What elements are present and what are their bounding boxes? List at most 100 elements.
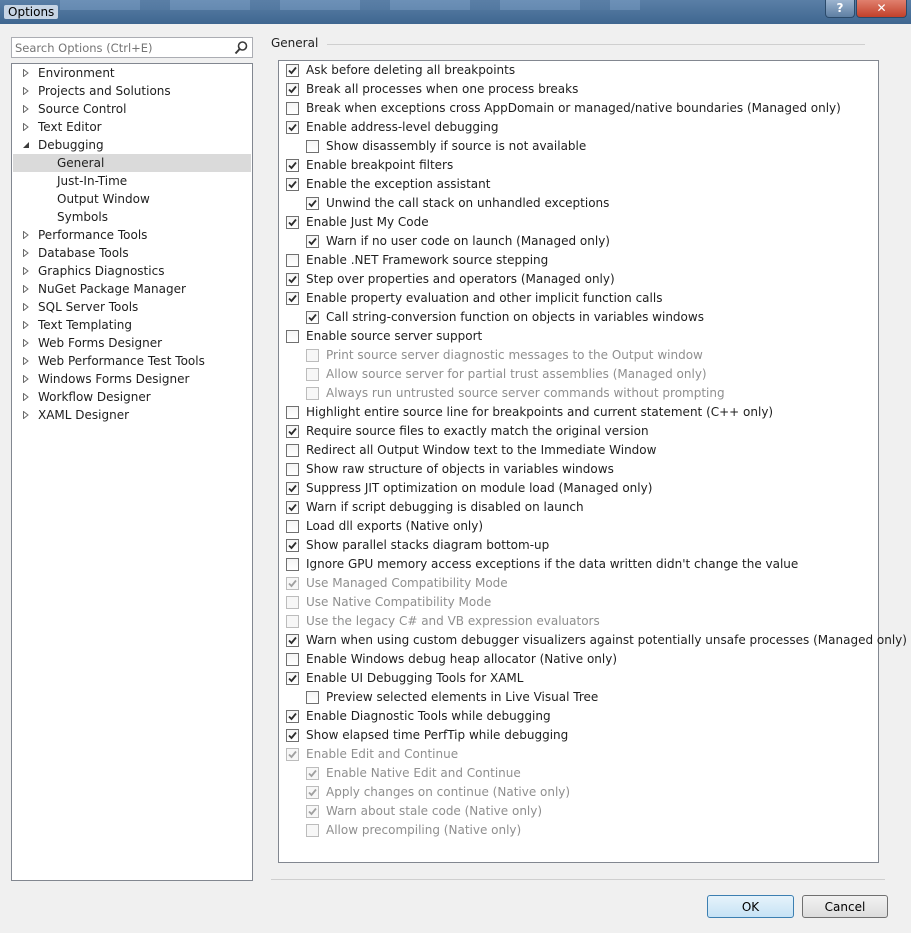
general-options-list[interactable]: Ask before deleting all breakpoints Break… — [278, 60, 907, 863]
search-icon[interactable] — [234, 40, 249, 55]
collapsed-arrow-icon[interactable] — [22, 87, 30, 95]
checkbox-unchecked[interactable] — [306, 140, 319, 153]
checkmark-icon — [288, 85, 297, 94]
collapsed-arrow-icon[interactable] — [22, 231, 30, 239]
checkbox-checked[interactable] — [286, 482, 299, 495]
collapsed-arrow-icon[interactable] — [22, 123, 30, 131]
option-label: Load dll exports (Native only) — [306, 519, 484, 533]
footer-divider — [271, 879, 885, 880]
tree-item-label: Workflow Designer — [38, 390, 151, 404]
checkbox-unchecked[interactable] — [286, 444, 299, 457]
checkbox-unchecked[interactable] — [286, 102, 299, 115]
tree-item-nuget-package-manager[interactable]: NuGet Package Manager — [13, 280, 251, 298]
checkmark-icon — [288, 636, 297, 645]
option-label: Allow precompiling (Native only) — [326, 823, 522, 837]
checkbox-checked[interactable] — [306, 235, 319, 248]
close-button[interactable]: ✕ — [856, 0, 907, 18]
tree-item-output-window[interactable]: Output Window — [13, 190, 251, 208]
option-label: Preview selected elements in Live Visual… — [326, 690, 599, 704]
ok-button[interactable]: OK — [707, 895, 794, 918]
collapsed-arrow-icon[interactable] — [22, 339, 30, 347]
checkmark-icon — [308, 237, 317, 246]
collapsed-arrow-icon[interactable] — [22, 105, 30, 113]
tree-item-text-editor[interactable]: Text Editor — [13, 118, 251, 136]
checkmark-icon — [288, 674, 297, 683]
tree-item-general[interactable]: General — [13, 154, 251, 172]
collapsed-arrow-icon[interactable] — [22, 357, 30, 365]
tree-item-xaml-designer[interactable]: XAML Designer — [13, 406, 251, 424]
tree-item-web-forms-designer[interactable]: Web Forms Designer — [13, 334, 251, 352]
collapsed-arrow-icon[interactable] — [22, 321, 30, 329]
checkbox-checked[interactable] — [286, 729, 299, 742]
checkbox-checked[interactable] — [286, 273, 299, 286]
checkbox-unchecked[interactable] — [306, 691, 319, 704]
checkmark-icon — [288, 218, 297, 227]
checkbox-unchecked[interactable] — [286, 520, 299, 533]
collapsed-arrow-icon[interactable] — [22, 375, 30, 383]
checkbox-checked[interactable] — [286, 539, 299, 552]
tree-item-source-control[interactable]: Source Control — [13, 100, 251, 118]
tree-item-just-in-time[interactable]: Just-In-Time — [13, 172, 251, 190]
checkbox-checked[interactable] — [286, 121, 299, 134]
option-label: Show elapsed time PerfTip while debuggin… — [306, 728, 569, 742]
tree-item-label: Text Templating — [38, 318, 133, 332]
search-box[interactable] — [11, 37, 253, 58]
tree-item-symbols[interactable]: Symbols — [13, 208, 251, 226]
checkbox-checked[interactable] — [286, 634, 299, 647]
checkbox-checked[interactable] — [286, 425, 299, 438]
checkbox-checked[interactable] — [286, 501, 299, 514]
checkmark-icon — [288, 66, 297, 75]
tree-item-sql-server-tools[interactable]: SQL Server Tools — [13, 298, 251, 316]
checkbox-checked[interactable] — [286, 672, 299, 685]
checkbox-checked[interactable] — [286, 178, 299, 191]
checkmark-icon — [288, 123, 297, 132]
option-label: Ask before deleting all breakpoints — [306, 63, 516, 77]
search-input[interactable] — [15, 40, 230, 55]
option-label: Use Managed Compatibility Mode — [306, 576, 508, 590]
cancel-button[interactable]: Cancel — [802, 895, 888, 918]
checkbox-checked[interactable] — [286, 64, 299, 77]
tree-item-label: XAML Designer — [38, 408, 130, 422]
collapsed-arrow-icon[interactable] — [22, 303, 30, 311]
checkmark-icon — [288, 180, 297, 189]
option-label: Enable breakpoint filters — [306, 158, 454, 172]
tree-item-text-templating[interactable]: Text Templating — [13, 316, 251, 334]
checkbox-unchecked[interactable] — [286, 254, 299, 267]
tree-item-label: Web Performance Test Tools — [38, 354, 205, 368]
collapsed-arrow-icon[interactable] — [22, 411, 30, 419]
group-divider — [327, 44, 865, 45]
checkbox-checked[interactable] — [286, 216, 299, 229]
collapsed-arrow-icon[interactable] — [22, 267, 30, 275]
options-tree[interactable]: Environment Projects and Solutions Source … — [11, 63, 253, 881]
collapsed-arrow-icon[interactable] — [22, 249, 30, 257]
checkbox-checked[interactable] — [306, 197, 319, 210]
tree-item-projects-and-solutions[interactable]: Projects and Solutions — [13, 82, 251, 100]
help-button[interactable]: ? — [825, 0, 855, 18]
option-label: Warn when using custom debugger visualiz… — [306, 633, 907, 647]
tree-item-windows-forms-designer[interactable]: Windows Forms Designer — [13, 370, 251, 388]
checkbox-unchecked[interactable] — [286, 406, 299, 419]
checkbox-unchecked[interactable] — [286, 558, 299, 571]
tree-item-environment[interactable]: Environment — [13, 64, 251, 82]
expanded-arrow-icon[interactable] — [22, 141, 30, 149]
tree-item-debugging[interactable]: Debugging — [13, 136, 251, 154]
checkbox-checked[interactable] — [306, 311, 319, 324]
tree-item-label: Web Forms Designer — [38, 336, 163, 350]
collapsed-arrow-icon[interactable] — [22, 393, 30, 401]
tree-item-label: Symbols — [57, 210, 108, 224]
tree-item-web-performance-test-tools[interactable]: Web Performance Test Tools — [13, 352, 251, 370]
title-bar[interactable]: Options ? ✕ — [0, 0, 911, 24]
tree-item-performance-tools[interactable]: Performance Tools — [13, 226, 251, 244]
collapsed-arrow-icon[interactable] — [22, 69, 30, 77]
tree-item-graphics-diagnostics[interactable]: Graphics Diagnostics — [13, 262, 251, 280]
collapsed-arrow-icon[interactable] — [22, 285, 30, 293]
tree-item-database-tools[interactable]: Database Tools — [13, 244, 251, 262]
checkbox-checked[interactable] — [286, 83, 299, 96]
checkbox-unchecked[interactable] — [286, 330, 299, 343]
checkbox-checked[interactable] — [286, 710, 299, 723]
checkbox-checked[interactable] — [286, 159, 299, 172]
checkbox-checked[interactable] — [286, 292, 299, 305]
checkbox-unchecked[interactable] — [286, 463, 299, 476]
tree-item-workflow-designer[interactable]: Workflow Designer — [13, 388, 251, 406]
checkbox-unchecked[interactable] — [286, 653, 299, 666]
